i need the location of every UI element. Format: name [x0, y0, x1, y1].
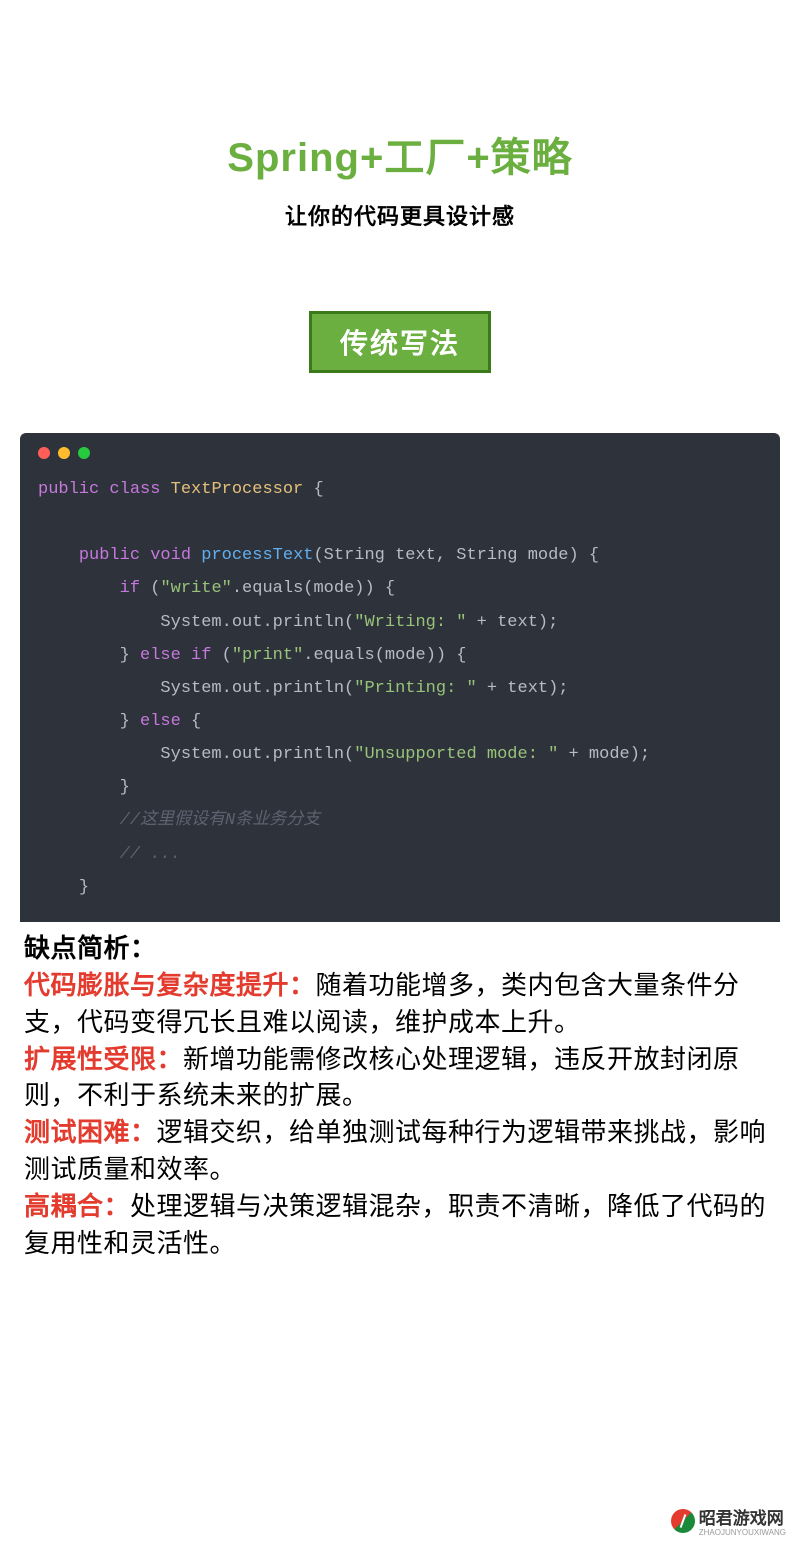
point-2-title: 扩展性受限： — [24, 1044, 183, 1074]
page-subtitle: 让你的代码更具设计感 — [0, 199, 800, 231]
point-3-title: 测试困难： — [24, 1117, 157, 1147]
analysis-block: 缺点简析： 代码膨胀与复杂度提升：随着功能增多，类内包含大量条件分支，代码变得冗… — [24, 930, 776, 1262]
code-block: public class TextProcessor { public void… — [38, 473, 762, 904]
watermark-pinyin: ZHAOJUNYOUXIWANG — [699, 1529, 786, 1537]
maximize-icon — [78, 447, 90, 459]
minimize-icon — [58, 447, 70, 459]
watermark-logo-icon — [671, 1509, 695, 1533]
section-badge: 传统写法 — [309, 311, 491, 373]
page-title: Spring+工厂+策略 — [0, 125, 800, 183]
close-icon — [38, 447, 50, 459]
watermark-name: 昭君游戏网 — [699, 1504, 786, 1529]
point-4-text: 处理逻辑与决策逻辑混杂，职责不清晰，降低了代码的复用性和灵活性。 — [24, 1191, 766, 1258]
window-controls — [38, 447, 762, 459]
point-4-title: 高耦合： — [24, 1191, 130, 1221]
code-editor: public class TextProcessor { public void… — [20, 433, 780, 922]
analysis-header: 缺点简析： — [24, 933, 157, 963]
point-1-title: 代码膨胀与复杂度提升： — [24, 970, 316, 1000]
watermark: 昭君游戏网 ZHAOJUNYOUXIWANG — [671, 1504, 786, 1537]
